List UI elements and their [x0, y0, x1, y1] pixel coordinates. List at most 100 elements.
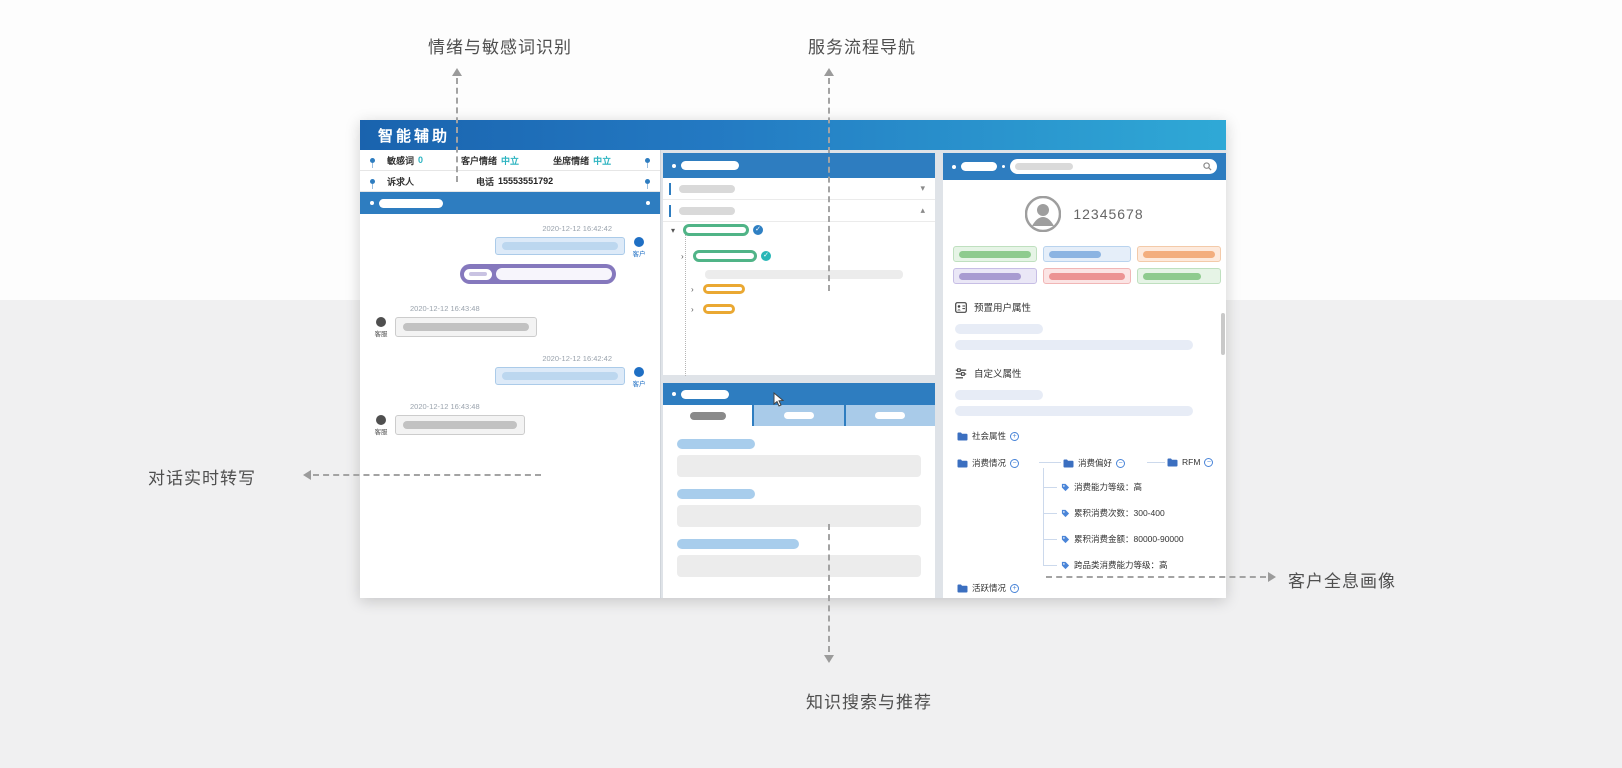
- portrait-tag-text: 累积消费金额：80000-90000: [1074, 533, 1184, 545]
- accent-bar: [669, 205, 671, 217]
- phone-number: 15553551792: [498, 176, 553, 186]
- node-social[interactable]: 社会属性 +: [957, 430, 1019, 442]
- collapse-icon[interactable]: −: [1204, 458, 1213, 467]
- panel-title-placeholder: [681, 390, 729, 399]
- collapse-icon[interactable]: −: [1010, 459, 1019, 468]
- redacted-text: [502, 372, 618, 380]
- portrait-tag: 累积消费次数：300-400: [1061, 507, 1165, 519]
- pin-icon: [370, 158, 375, 163]
- flow-step-done[interactable]: ▾ ✓: [671, 224, 763, 236]
- redacted-text: [403, 421, 517, 429]
- redacted-text: [469, 272, 487, 276]
- node-label: 社会属性: [972, 430, 1006, 442]
- message-timestamp: 2020-12-12 16:43:48: [372, 304, 648, 314]
- tag-chip-green: [953, 246, 1037, 262]
- knowledge-item[interactable]: [677, 539, 921, 577]
- section-label-placeholder: [679, 207, 735, 215]
- tag-icon: [1061, 483, 1070, 492]
- agent-message: 客服: [372, 415, 648, 436]
- search-input[interactable]: [1010, 159, 1217, 174]
- dot-icon: [646, 201, 650, 205]
- redacted-text: [496, 268, 612, 280]
- dashed-line-emotion: [456, 78, 458, 182]
- collapse-icon[interactable]: −: [1116, 459, 1125, 468]
- flow-section-expanded[interactable]: ▴: [663, 200, 935, 222]
- step-label-placeholder: [693, 250, 757, 262]
- check-badge-icon: ✓: [761, 251, 771, 261]
- tag-chip-orange: [1137, 246, 1221, 262]
- tree-connector: [1043, 539, 1057, 540]
- knowledge-item[interactable]: [677, 489, 921, 527]
- node-rfm[interactable]: RFM −: [1167, 457, 1213, 467]
- portrait-tag-text: 消费能力等级：高: [1074, 481, 1142, 493]
- portrait-header: [943, 153, 1226, 180]
- tree-connector: [1043, 565, 1057, 566]
- arrow-left-icon: [303, 470, 311, 480]
- conversation-panel: 敏感词 0 客户情绪 中立 坐席情绪 中立 诉求人: [360, 150, 661, 598]
- caret-right-icon[interactable]: ›: [691, 305, 699, 314]
- expand-icon[interactable]: +: [1010, 584, 1019, 593]
- node-label: 消费情况: [972, 457, 1006, 469]
- expand-icon[interactable]: +: [1010, 432, 1019, 441]
- flow-section-collapsed[interactable]: ▾: [663, 178, 935, 200]
- item-title-placeholder: [677, 489, 755, 499]
- customer-avatar: [634, 367, 644, 377]
- chevron-up-icon: ▴: [920, 205, 925, 216]
- customer-role-label: 客户: [633, 248, 646, 258]
- agent-emotion-label: 坐席情绪: [553, 154, 589, 167]
- tab-active[interactable]: [663, 405, 754, 426]
- dot-icon: [1002, 165, 1005, 168]
- tag-chip-purple: [953, 268, 1037, 284]
- dashed-line-service-flow: [828, 78, 830, 291]
- search-icon[interactable]: [1203, 162, 1212, 171]
- service-flow-header: [663, 153, 935, 178]
- tab-label-placeholder: [690, 412, 726, 420]
- conversation-header: [360, 192, 660, 214]
- intent-recognition-row: [372, 264, 648, 284]
- avatar-icon: [1025, 196, 1061, 232]
- tag-chip-red: [1043, 268, 1131, 284]
- dot-icon: [952, 165, 956, 169]
- app-titlebar: 智能辅助: [360, 120, 1226, 150]
- caller-info-row: 诉求人 电话 15553551792: [360, 171, 660, 192]
- agent-emotion-value: 中立: [593, 154, 611, 167]
- tab-inactive[interactable]: [754, 405, 845, 426]
- step-label-placeholder: [703, 284, 745, 294]
- conversation-title-placeholder: [379, 199, 443, 208]
- attribute-bar: [955, 324, 1043, 334]
- portrait-tag-text: 累积消费次数：300-400: [1074, 507, 1165, 519]
- customer-emotion-label: 客户情绪: [461, 154, 497, 167]
- knowledge-item[interactable]: [677, 439, 921, 477]
- item-title-placeholder: [677, 539, 799, 549]
- callout-emotion: 情绪与敏感词识别: [428, 33, 572, 58]
- message-bubble: [495, 237, 625, 255]
- node-preference[interactable]: 消费偏好 −: [1063, 457, 1125, 469]
- node-label: RFM: [1182, 457, 1200, 467]
- portrait-tag-text: 跨品类消费能力等级：高: [1074, 559, 1168, 571]
- customer-message: 客户: [372, 367, 648, 388]
- node-active[interactable]: 活跃情况 +: [957, 582, 1019, 594]
- caret-right-icon[interactable]: ›: [681, 252, 689, 261]
- flow-step-done[interactable]: › ✓: [681, 250, 771, 262]
- chat-transcript[interactable]: 2020-12-12 16:42:42 客户 2020-12-1: [360, 214, 660, 598]
- customer-message: 客户: [372, 237, 648, 258]
- dashed-line-transcription: [313, 474, 541, 476]
- redacted-text: [959, 251, 1031, 258]
- tab-inactive[interactable]: [846, 405, 935, 426]
- flow-step-pending[interactable]: ›: [691, 304, 735, 314]
- caret-down-icon[interactable]: ▾: [671, 226, 679, 235]
- redacted-text: [1143, 273, 1201, 280]
- pin-icon: [645, 179, 650, 184]
- attribute-bar: [955, 406, 1193, 416]
- message-bubble: [395, 317, 537, 337]
- scrollbar-thumb[interactable]: [1221, 313, 1225, 355]
- app-title: 智能辅助: [360, 125, 450, 146]
- tag-icon: [1061, 561, 1070, 570]
- custom-attributes-label: 自定义属性: [974, 366, 1022, 380]
- node-consumption[interactable]: 消费情况 −: [957, 457, 1019, 469]
- customer-role-label: 客户: [633, 378, 646, 388]
- flow-step-pending[interactable]: ›: [691, 284, 745, 294]
- customer-avatar: [634, 237, 644, 247]
- folder-icon: [957, 459, 968, 468]
- caret-right-icon[interactable]: ›: [691, 285, 699, 294]
